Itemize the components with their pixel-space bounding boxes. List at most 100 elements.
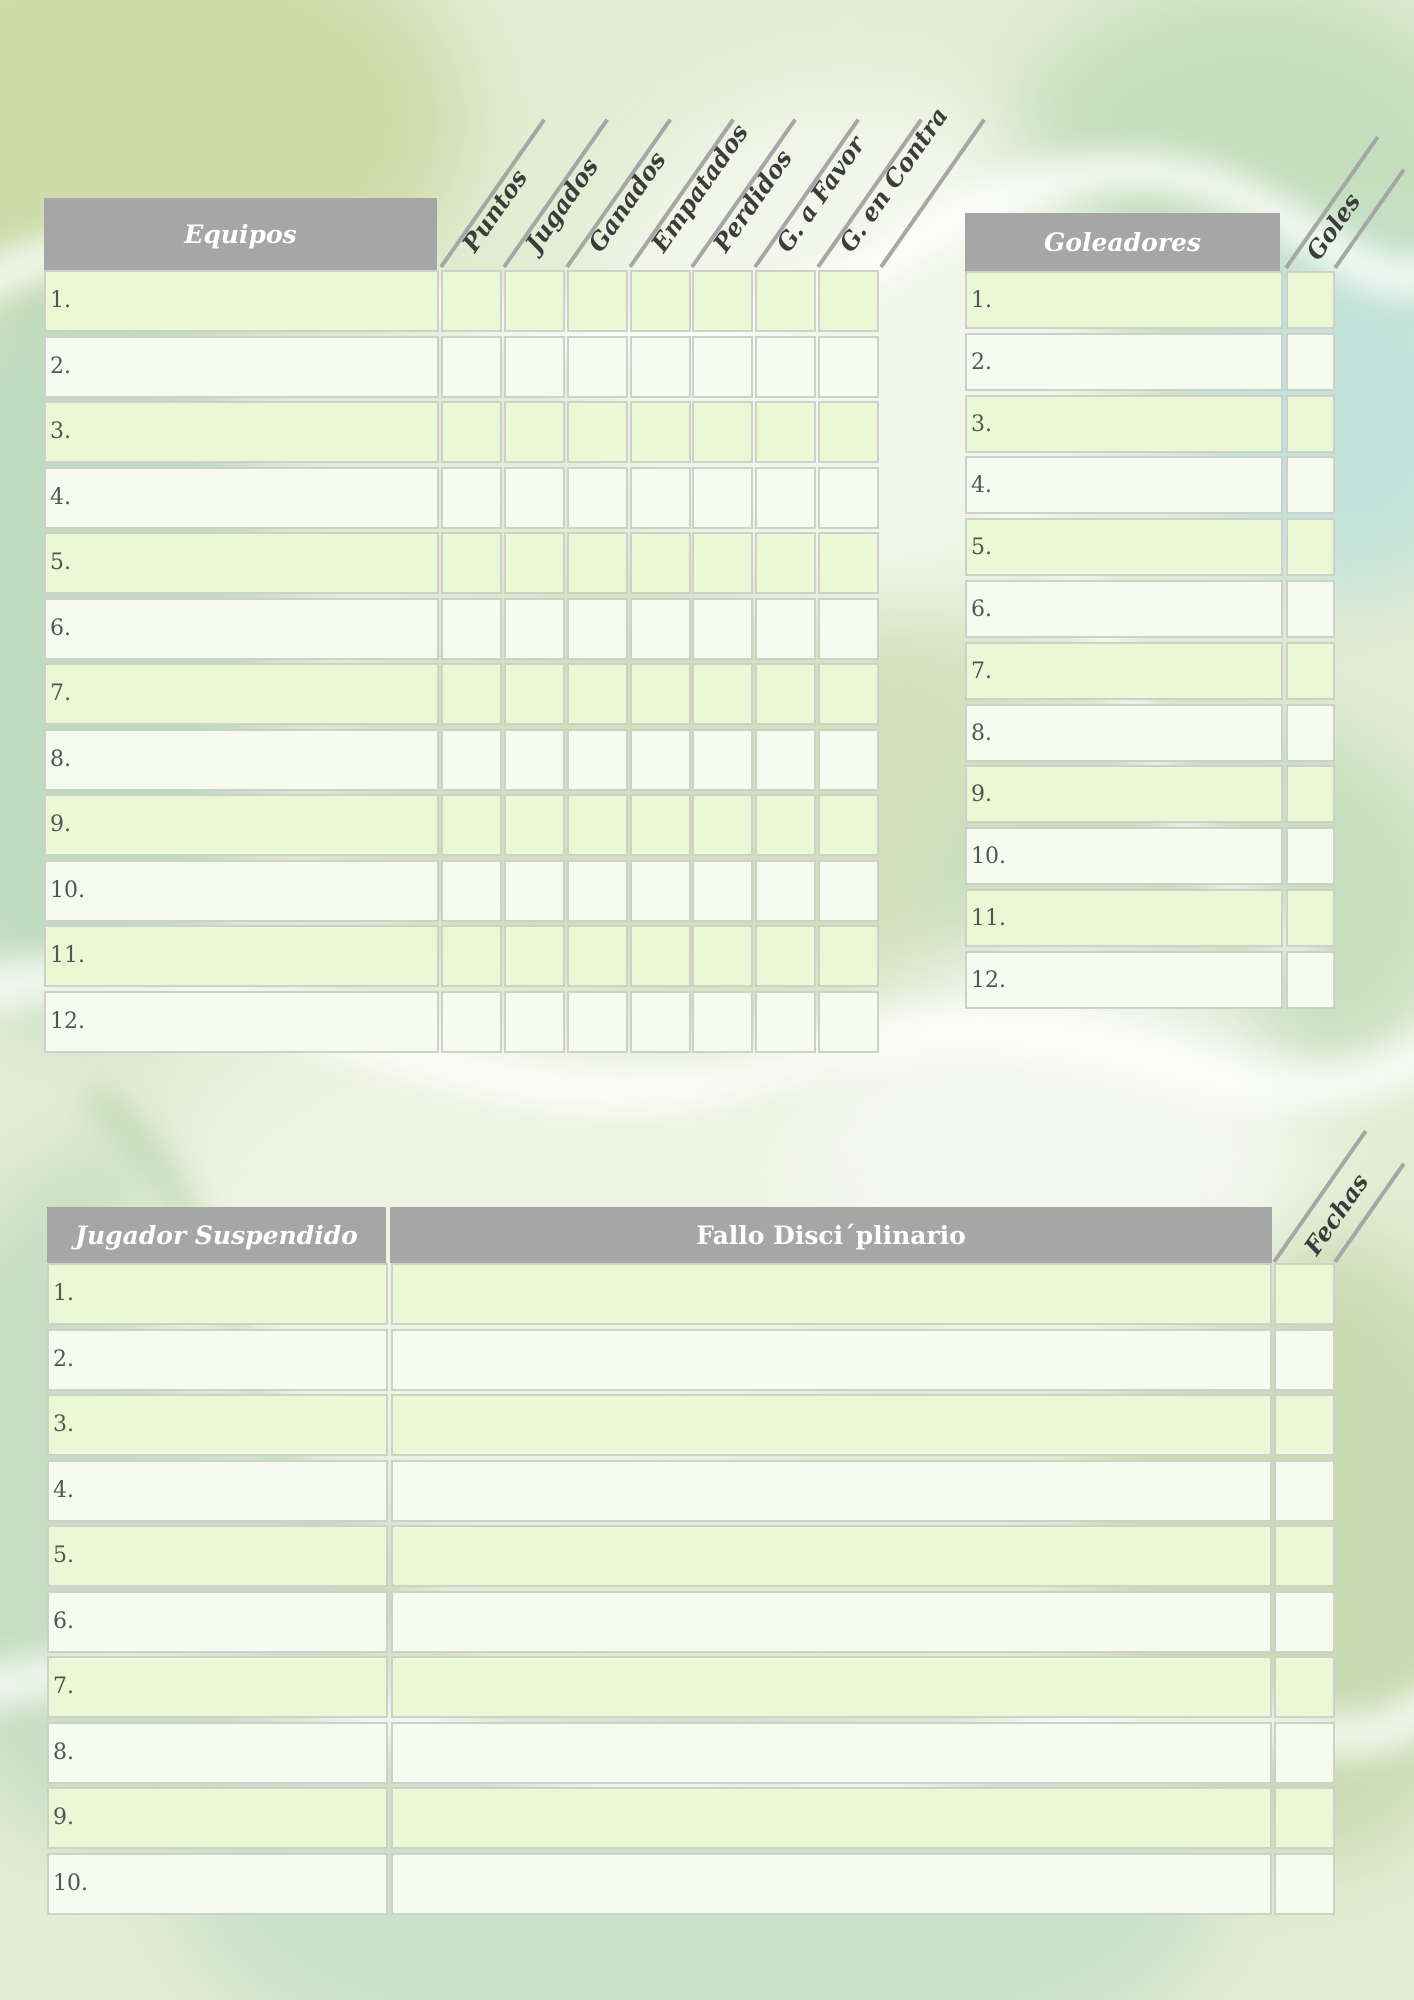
scorer-name-cell[interactable] — [965, 580, 1283, 638]
goals-cell[interactable] — [1286, 889, 1335, 947]
stat-cell[interactable] — [818, 728, 879, 791]
ruling-cell[interactable] — [391, 1394, 1272, 1456]
suspended-player-cell[interactable] — [47, 1590, 388, 1653]
dates-cell[interactable] — [1274, 1394, 1335, 1456]
suspended-player-cell[interactable] — [47, 1656, 388, 1718]
stat-cell[interactable] — [441, 597, 502, 660]
stat-cell[interactable] — [755, 401, 816, 463]
ruling-cell[interactable] — [391, 1852, 1272, 1915]
ruling-cell[interactable] — [391, 1787, 1272, 1849]
team-name-cell[interactable] — [44, 466, 439, 529]
scorer-name-cell[interactable] — [965, 889, 1283, 947]
dates-cell[interactable] — [1274, 1787, 1335, 1849]
goals-cell[interactable] — [1286, 394, 1335, 453]
stat-cell[interactable] — [567, 990, 628, 1053]
stat-cell[interactable] — [504, 663, 565, 725]
team-name-cell[interactable] — [44, 794, 439, 856]
stat-cell[interactable] — [504, 466, 565, 529]
stat-cell[interactable] — [818, 466, 879, 529]
stat-cell[interactable] — [755, 925, 816, 987]
goals-cell[interactable] — [1286, 518, 1335, 577]
stat-cell[interactable] — [692, 794, 753, 856]
ruling-cell[interactable] — [391, 1328, 1272, 1391]
stat-cell[interactable] — [692, 859, 753, 922]
team-name-cell[interactable] — [44, 597, 439, 660]
stat-cell[interactable] — [818, 401, 879, 463]
stat-cell[interactable] — [630, 663, 691, 725]
goals-cell[interactable] — [1286, 580, 1335, 638]
scorer-name-cell[interactable] — [965, 271, 1283, 329]
stat-cell[interactable] — [818, 335, 879, 398]
suspended-player-cell[interactable] — [47, 1721, 388, 1784]
stat-cell[interactable] — [504, 597, 565, 660]
stat-cell[interactable] — [504, 728, 565, 791]
stat-cell[interactable] — [504, 270, 565, 332]
stat-cell[interactable] — [441, 859, 502, 922]
dates-cell[interactable] — [1274, 1721, 1335, 1784]
stat-cell[interactable] — [504, 335, 565, 398]
dates-cell[interactable] — [1274, 1328, 1335, 1391]
stat-cell[interactable] — [567, 532, 628, 594]
stat-cell[interactable] — [630, 466, 691, 529]
stat-cell[interactable] — [504, 532, 565, 594]
stat-cell[interactable] — [441, 990, 502, 1053]
stat-cell[interactable] — [567, 728, 628, 791]
stat-cell[interactable] — [567, 597, 628, 660]
dates-cell[interactable] — [1274, 1656, 1335, 1718]
stat-cell[interactable] — [818, 794, 879, 856]
scorer-name-cell[interactable] — [965, 703, 1283, 762]
stat-cell[interactable] — [504, 859, 565, 922]
dates-cell[interactable] — [1274, 1590, 1335, 1653]
ruling-cell[interactable] — [391, 1263, 1272, 1325]
stat-cell[interactable] — [692, 597, 753, 660]
suspended-player-cell[interactable] — [47, 1263, 388, 1325]
stat-cell[interactable] — [441, 466, 502, 529]
goals-cell[interactable] — [1286, 332, 1335, 391]
stat-cell[interactable] — [630, 401, 691, 463]
stat-cell[interactable] — [630, 925, 691, 987]
stat-cell[interactable] — [567, 859, 628, 922]
stat-cell[interactable] — [567, 663, 628, 725]
stat-cell[interactable] — [441, 663, 502, 725]
stat-cell[interactable] — [441, 728, 502, 791]
stat-cell[interactable] — [630, 597, 691, 660]
stat-cell[interactable] — [818, 532, 879, 594]
suspended-player-cell[interactable] — [47, 1787, 388, 1849]
stat-cell[interactable] — [818, 925, 879, 987]
stat-cell[interactable] — [441, 401, 502, 463]
suspended-player-cell[interactable] — [47, 1852, 388, 1915]
stat-cell[interactable] — [567, 925, 628, 987]
stat-cell[interactable] — [755, 728, 816, 791]
stat-cell[interactable] — [755, 335, 816, 398]
stat-cell[interactable] — [504, 794, 565, 856]
stat-cell[interactable] — [692, 466, 753, 529]
stat-cell[interactable] — [692, 990, 753, 1053]
stat-cell[interactable] — [692, 335, 753, 398]
goals-cell[interactable] — [1286, 456, 1335, 515]
goals-cell[interactable] — [1286, 827, 1335, 886]
scorer-name-cell[interactable] — [965, 394, 1283, 453]
dates-cell[interactable] — [1274, 1263, 1335, 1325]
stat-cell[interactable] — [818, 990, 879, 1053]
stat-cell[interactable] — [441, 925, 502, 987]
team-name-cell[interactable] — [44, 663, 439, 725]
stat-cell[interactable] — [818, 859, 879, 922]
stat-cell[interactable] — [441, 270, 502, 332]
suspended-player-cell[interactable] — [47, 1394, 388, 1456]
stat-cell[interactable] — [567, 794, 628, 856]
stat-cell[interactable] — [692, 401, 753, 463]
goals-cell[interactable] — [1286, 765, 1335, 824]
suspended-player-cell[interactable] — [47, 1328, 388, 1391]
dates-cell[interactable] — [1274, 1459, 1335, 1522]
goals-cell[interactable] — [1286, 950, 1335, 1009]
team-name-cell[interactable] — [44, 990, 439, 1053]
goals-cell[interactable] — [1286, 703, 1335, 762]
stat-cell[interactable] — [567, 401, 628, 463]
stat-cell[interactable] — [755, 532, 816, 594]
stat-cell[interactable] — [630, 728, 691, 791]
stat-cell[interactable] — [567, 270, 628, 332]
team-name-cell[interactable] — [44, 335, 439, 398]
stat-cell[interactable] — [755, 663, 816, 725]
suspended-player-cell[interactable] — [47, 1459, 388, 1522]
stat-cell[interactable] — [755, 794, 816, 856]
